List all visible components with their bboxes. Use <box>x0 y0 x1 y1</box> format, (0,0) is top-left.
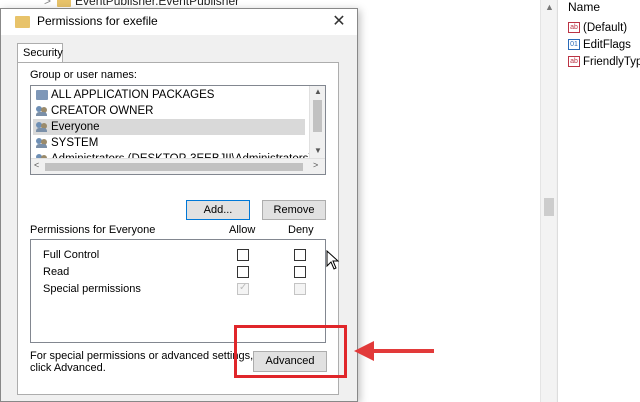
value-row-default[interactable]: ab (Default) <box>568 22 627 34</box>
scrollbar-thumb[interactable] <box>313 100 322 132</box>
list-item[interactable]: CREATOR OWNER <box>33 103 305 119</box>
folder-icon <box>15 16 30 28</box>
scrollbar-thumb[interactable] <box>544 198 554 216</box>
scroll-up-icon[interactable]: ▲ <box>545 2 554 12</box>
read-allow-checkbox[interactable] <box>237 266 249 278</box>
advanced-note-line1: For special permissions or advanced sett… <box>30 350 254 362</box>
dialog-title: Permissions for exefile <box>37 14 158 28</box>
scrollbar-thumb[interactable] <box>45 163 303 171</box>
tree-scrollbar[interactable]: ▲ <box>540 0 556 402</box>
advanced-note-line2: click Advanced. <box>30 362 106 374</box>
value-row-friendlytype[interactable]: ab FriendlyTyp <box>568 56 640 68</box>
list-item[interactable]: SYSTEM <box>33 135 305 151</box>
value-name: (Default) <box>583 22 628 34</box>
list-item-selected[interactable]: Everyone <box>33 119 305 135</box>
deny-column-header: Deny <box>288 224 314 236</box>
string-value-icon: ab <box>568 56 580 68</box>
chevron-left-icon[interactable]: < <box>34 160 39 170</box>
group-names-label: Group or user names: <box>30 69 137 81</box>
listbox-horizontal-scrollbar[interactable]: < > <box>31 158 325 174</box>
special-deny-checkbox <box>294 283 306 295</box>
special-allow-checkbox <box>237 282 249 295</box>
permission-name: Special permissions <box>43 283 141 295</box>
list-item[interactable]: ALL APPLICATION PACKAGES <box>33 87 305 103</box>
chevron-up-icon[interactable]: ▲ <box>314 87 322 96</box>
listbox-vertical-scrollbar[interactable]: ▲ ▼ <box>309 86 325 160</box>
permission-name: Read <box>43 266 70 278</box>
close-button[interactable]: ✕ <box>329 11 349 31</box>
tree-item-label: EventPublisher.EventPublisher <box>75 0 240 8</box>
value-row-editflags[interactable]: 01 EditFlags <box>568 39 631 51</box>
full-control-allow-checkbox[interactable] <box>237 249 249 261</box>
dialog-titlebar[interactable]: Permissions for exefile ✕ <box>1 9 357 35</box>
arrow-left-icon <box>354 341 374 361</box>
permissions-for-label: Permissions for Everyone <box>30 224 156 236</box>
chevron-right-icon[interactable]: > <box>44 0 51 8</box>
binary-value-icon: 01 <box>568 39 580 51</box>
full-control-deny-checkbox[interactable] <box>294 249 306 261</box>
chevron-down-icon[interactable]: ▼ <box>314 146 322 155</box>
arrow-shaft <box>372 349 434 353</box>
permission-name: Full Control <box>43 249 100 261</box>
package-icon <box>36 90 48 100</box>
value-name: FriendlyTyp <box>583 56 640 68</box>
users-icon <box>36 122 48 132</box>
folder-icon <box>57 0 72 7</box>
value-name: EditFlags <box>583 39 631 51</box>
column-header-name[interactable]: Name <box>568 0 600 14</box>
allow-column-header: Allow <box>229 224 256 236</box>
list-item-label: SYSTEM <box>51 137 99 149</box>
chevron-right-icon[interactable]: > <box>313 160 318 170</box>
registry-values-pane: Name ab (Default) 01 EditFlags ab FriendlyT… <box>557 0 640 402</box>
add-button[interactable]: Add... <box>186 200 250 220</box>
list-item-label: Everyone <box>51 121 100 133</box>
tab-security[interactable]: Security <box>17 43 63 63</box>
highlight-rectangle <box>234 325 347 378</box>
tree-item[interactable]: > EventPublisher.EventPublisher <box>44 0 239 8</box>
users-icon <box>36 106 48 116</box>
string-value-icon: ab <box>568 22 580 34</box>
user-listbox[interactable]: ALL APPLICATION PACKAGES CREATOR OWNER E… <box>30 85 326 175</box>
read-deny-checkbox[interactable] <box>294 266 306 278</box>
remove-button[interactable]: Remove <box>262 200 326 220</box>
list-item-label: ALL APPLICATION PACKAGES <box>51 89 215 101</box>
users-icon <box>36 138 48 148</box>
mouse-cursor-icon <box>326 250 340 270</box>
list-item-label: CREATOR OWNER <box>51 105 154 117</box>
